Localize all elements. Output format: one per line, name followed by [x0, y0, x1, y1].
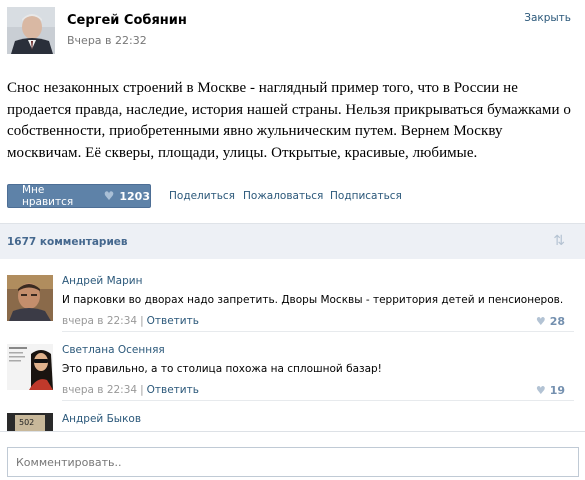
reply-link[interactable]: Ответить — [147, 384, 199, 396]
comment-like-count: 28 — [549, 315, 565, 328]
divider — [62, 331, 574, 332]
commenter-avatar[interactable] — [7, 275, 53, 321]
post-time[interactable]: Вчера в 22:32 — [67, 34, 147, 47]
comment-input[interactable] — [7, 447, 579, 477]
separator: | — [140, 315, 144, 327]
avatar-number: 502 — [19, 418, 34, 427]
comments-count: 1677 комментариев — [7, 236, 128, 248]
commenter-name[interactable]: Светлана Осенняя — [62, 344, 165, 356]
comment-likes[interactable]: ♥ 19 — [536, 384, 565, 397]
subscribe-link[interactable]: Подписаться — [330, 190, 402, 202]
like-button[interactable]: Мне нравится ♥ 1203 — [7, 184, 151, 208]
divider — [62, 400, 574, 401]
comment-meta: вчера в 22:34 | Ответить — [62, 384, 199, 396]
like-label: Мне нравится — [22, 184, 74, 208]
comment-likes[interactable]: ♥ 28 — [536, 315, 565, 328]
comment-input-bar — [0, 431, 585, 480]
commenter-avatar[interactable]: 502 — [7, 413, 53, 431]
post-text: Снос незаконных строений в Москве - нагл… — [7, 80, 571, 161]
share-link[interactable]: Поделиться — [169, 190, 235, 202]
reply-link[interactable]: Ответить — [147, 315, 199, 327]
heart-icon: ♥ — [535, 384, 546, 397]
heart-icon: ♥ — [103, 189, 115, 203]
commenter-name[interactable]: Андрей Марин — [62, 275, 142, 287]
comment-like-count: 19 — [549, 384, 565, 397]
sort-icon[interactable]: ⇅ — [553, 233, 565, 249]
author-avatar[interactable] — [7, 7, 55, 54]
commenter-name[interactable]: Андрей Быков — [62, 413, 141, 425]
report-link[interactable]: Пожаловаться — [243, 190, 323, 202]
like-count: 1203 — [119, 189, 150, 203]
comment-time[interactable]: вчера в 22:34 — [62, 315, 137, 327]
comment-text: И парковки во дворах надо запретить. Дво… — [62, 294, 564, 306]
post-header: Сергей Собянин Вчера в 22:32 Закрыть — [0, 0, 585, 64]
comments-header: 1677 комментариев ⇅ — [0, 223, 585, 259]
close-button[interactable]: Закрыть — [524, 12, 571, 24]
heart-icon: ♥ — [535, 315, 546, 328]
separator: | — [140, 384, 144, 396]
comment-text: Это правильно, а то столица похожа на сп… — [62, 363, 382, 375]
commenter-avatar[interactable] — [7, 344, 53, 390]
comment-meta: вчера в 22:34 | Ответить — [62, 315, 199, 327]
comment-time[interactable]: вчера в 22:34 — [62, 384, 137, 396]
author-name[interactable]: Сергей Собянин — [67, 13, 187, 28]
